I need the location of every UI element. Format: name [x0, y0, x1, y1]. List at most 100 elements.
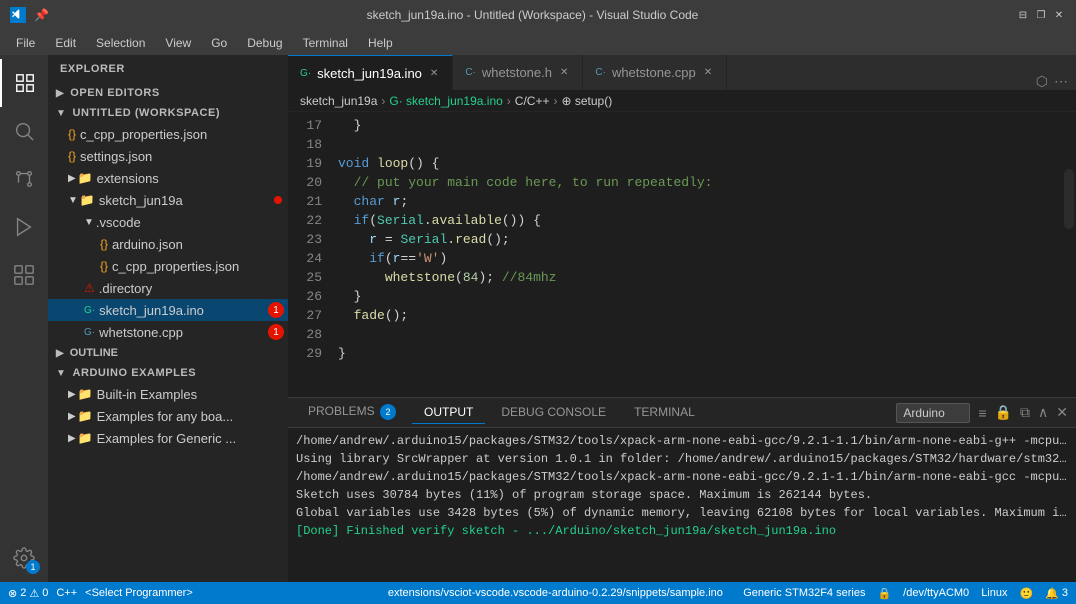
panel-lock-icon[interactable]: 🔒 [995, 404, 1012, 421]
error-count: 2 [20, 587, 26, 599]
status-language[interactable]: C++ [56, 587, 77, 599]
outline-label: OUTLINE [70, 347, 118, 359]
menu-go[interactable]: Go [203, 34, 235, 52]
status-port[interactable]: /dev/ttyACM0 [903, 587, 969, 599]
settings-badge: 1 [26, 560, 40, 574]
file-label: .directory [99, 281, 288, 296]
breadcrumb-part2[interactable]: G· sketch_jun19a.ino [389, 94, 502, 108]
minimize-button[interactable]: ⊟ [1016, 8, 1030, 22]
chevron-any-board: ▶ [68, 411, 76, 422]
output-line: Global variables use 3428 bytes (5%) of … [296, 504, 1068, 522]
file-label: c_cpp_properties.json [80, 127, 288, 142]
breadcrumb-part4[interactable]: ⊕ setup() [561, 94, 612, 108]
file-c-cpp-properties2[interactable]: {} c_cpp_properties.json [48, 255, 288, 277]
menu-file[interactable]: File [8, 34, 43, 52]
tab-problems[interactable]: PROBLEMS 2 [296, 400, 408, 425]
status-os[interactable]: Linux [981, 587, 1007, 599]
tab-whetstone-h[interactable]: C· whetstone.h ✕ [453, 55, 583, 90]
file-directory[interactable]: ⚠ .directory [48, 277, 288, 299]
file-sketch-ino[interactable]: G· sketch_jun19a.ino 1 [48, 299, 288, 321]
panel-copy-icon[interactable]: ⧉ [1020, 404, 1030, 421]
file-arduino-json[interactable]: {} arduino.json [48, 233, 288, 255]
menu-terminal[interactable]: Terminal [295, 34, 356, 52]
sidebar: Explorer ▶ OPEN EDITORS ▼ UNTITLED (WORK… [48, 55, 288, 582]
file-c-cpp-properties[interactable]: {} c_cpp_properties.json [48, 123, 288, 145]
menu-edit[interactable]: Edit [47, 34, 84, 52]
arduino-examples-header[interactable]: ▼ ARDUINO EXAMPLES [48, 363, 288, 383]
tab-debug-console[interactable]: DEBUG CONSOLE [489, 401, 618, 424]
tab-terminal[interactable]: TERMINAL [622, 401, 707, 424]
folder-icon: 📁 [80, 193, 95, 207]
chevron-vscode: ▼ [84, 217, 94, 228]
code-editor[interactable]: 17 18 19 20 21 22 23 24 25 26 27 28 29 }… [288, 112, 1076, 397]
modified-dot [274, 196, 282, 204]
output-line: Using library SrcWrapper at version 1.0.… [296, 450, 1068, 468]
tab-sketch-ino[interactable]: G· sketch_jun19a.ino ✕ [288, 55, 453, 90]
activity-settings[interactable]: 1 [0, 534, 48, 582]
folder-examples-any-board[interactable]: ▶ 📁 Examples for any boa... [48, 405, 288, 427]
activity-extensions[interactable] [0, 251, 48, 299]
breadcrumb-sep3: › [553, 94, 557, 108]
folder-builtin[interactable]: ▶ 📁 Built-in Examples [48, 383, 288, 405]
tab-label: whetstone.cpp [612, 65, 696, 80]
window-controls[interactable]: ⊟ ❐ ✕ [1016, 8, 1066, 22]
breadcrumb-part3[interactable]: C/C++ [515, 94, 550, 108]
folder-examples-generic[interactable]: ▶ 📁 Examples for Generic ... [48, 427, 288, 449]
folder-vscode[interactable]: ▼ .vscode [48, 211, 288, 233]
status-notifications[interactable]: 🔔 3 [1045, 587, 1068, 600]
json-icon: {} [100, 237, 108, 251]
editor-area: G· sketch_jun19a.ino ✕ C· whetstone.h ✕ … [288, 55, 1076, 582]
editor-tabs: G· sketch_jun19a.ino ✕ C· whetstone.h ✕ … [288, 55, 1076, 90]
tab-close[interactable]: ✕ [428, 67, 440, 80]
output-line: /home/andrew/.arduino15/packages/STM32/t… [296, 468, 1068, 486]
menu-view[interactable]: View [157, 34, 199, 52]
status-smiley[interactable]: 🙂 [1019, 587, 1033, 600]
menu-selection[interactable]: Selection [88, 34, 153, 52]
statusbar: ⊗ 2 ⚠ 0 C++ <Select Programmer> extensio… [0, 582, 1076, 604]
vscode-logo [10, 7, 26, 23]
status-errors[interactable]: ⊗ 2 ⚠ 0 [8, 587, 48, 600]
file-settings-json[interactable]: {} settings.json [48, 145, 288, 167]
statusbar-left: ⊗ 2 ⚠ 0 C++ <Select Programmer> [8, 587, 368, 600]
os-label: Linux [981, 587, 1007, 599]
window-title: sketch_jun19a.ino - Untitled (Workspace)… [49, 8, 1016, 22]
chevron-outline: ▶ [56, 348, 64, 359]
arduino-select[interactable]: Arduino [896, 403, 970, 423]
board-label: Generic STM32F4 series [743, 587, 865, 599]
panel-close-icon[interactable]: ✕ [1056, 404, 1068, 421]
close-button[interactable]: ✕ [1052, 8, 1066, 22]
split-editor-icon[interactable]: ⬡ [1036, 73, 1048, 90]
workspace-header[interactable]: ▼ UNTITLED (WORKSPACE) [48, 103, 288, 123]
arduino-examples-label: ARDUINO EXAMPLES [72, 367, 196, 379]
tab-close[interactable]: ✕ [702, 66, 714, 79]
activity-search[interactable] [0, 107, 48, 155]
code-content[interactable]: } void loop() { // put your main code he… [330, 112, 1016, 397]
menu-debug[interactable]: Debug [239, 34, 290, 52]
panel-up-icon[interactable]: ∧ [1038, 404, 1048, 421]
maximize-button[interactable]: ❐ [1034, 8, 1048, 22]
tab-close[interactable]: ✕ [558, 66, 570, 79]
panel-content[interactable]: /home/andrew/.arduino15/packages/STM32/t… [288, 428, 1076, 582]
folder-sketch-jun19a[interactable]: ▼ 📁 sketch_jun19a [48, 189, 288, 211]
activity-source-control[interactable] [0, 155, 48, 203]
tab-output[interactable]: OUTPUT [412, 401, 485, 424]
breadcrumb-part1[interactable]: sketch_jun19a [300, 94, 377, 108]
file-whetstone-cpp[interactable]: G· whetstone.cpp 1 [48, 321, 288, 343]
status-programmer[interactable]: <Select Programmer> [85, 587, 193, 599]
activity-explorer[interactable] [0, 59, 48, 107]
folder-extensions[interactable]: ▶ 📁 extensions [48, 167, 288, 189]
more-actions-icon[interactable]: ⋯ [1054, 73, 1068, 90]
scrollbar-thumb[interactable] [1064, 169, 1074, 229]
panel-list-icon[interactable]: ≡ [978, 405, 986, 421]
chevron-workspace: ▼ [56, 108, 66, 119]
section-outline[interactable]: ▶ OUTLINE [48, 343, 288, 363]
debug-console-label: DEBUG CONSOLE [501, 405, 606, 419]
json-icon: {} [68, 127, 76, 141]
menu-help[interactable]: Help [360, 34, 401, 52]
open-editors-header[interactable]: ▶ OPEN EDITORS [48, 83, 288, 103]
status-lock[interactable]: 🔒 [877, 587, 891, 600]
scrollbar[interactable] [1062, 112, 1076, 397]
tab-whetstone-cpp[interactable]: C· whetstone.cpp ✕ [583, 55, 727, 90]
status-board[interactable]: Generic STM32F4 series [743, 587, 865, 599]
activity-run[interactable] [0, 203, 48, 251]
